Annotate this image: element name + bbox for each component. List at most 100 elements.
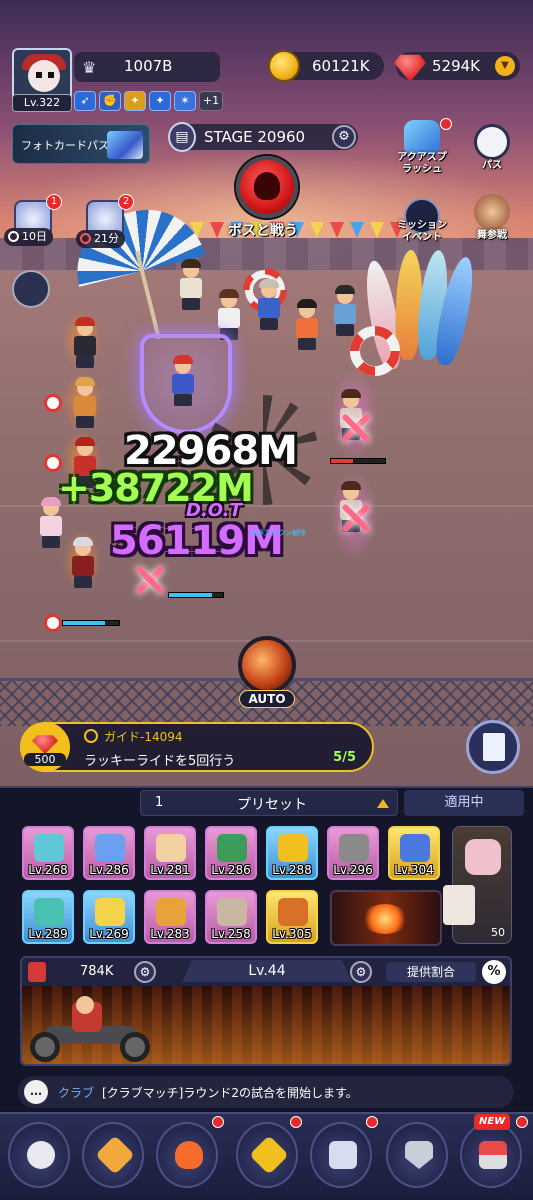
nav-upgrade[interactable] bbox=[156, 1122, 218, 1188]
equipment-slot[interactable]: Lv.289 bbox=[22, 890, 74, 944]
gold-counter[interactable]: 60121K bbox=[268, 50, 384, 82]
sword-icon bbox=[95, 1135, 135, 1175]
gem-icon bbox=[32, 735, 58, 754]
equipment-icon bbox=[278, 898, 308, 926]
gift-badge: 1 bbox=[46, 194, 62, 210]
guide-book-button[interactable] bbox=[466, 720, 520, 774]
percent-icon[interactable]: % bbox=[482, 960, 506, 984]
equipment-level: Lv.288 bbox=[272, 863, 312, 877]
notification-dot bbox=[366, 1116, 378, 1128]
new-badge: NEW bbox=[474, 1114, 511, 1130]
gear-icon[interactable]: ⚙ bbox=[134, 961, 156, 983]
fuel-can-icon bbox=[28, 962, 46, 982]
chat-bar[interactable]: … クラブ [クラブマッチ]ラウンド2の試合を開始します。 bbox=[18, 1076, 514, 1108]
gift-badge: 2 bbox=[118, 194, 134, 210]
clock-icon bbox=[8, 231, 19, 242]
auto-skill-button[interactable] bbox=[238, 636, 296, 694]
skill-ready-icon bbox=[44, 614, 62, 632]
hit-x-mark bbox=[338, 500, 374, 536]
buff-icon: ✊ bbox=[99, 91, 121, 111]
equipment-slot[interactable]: Lv.288 bbox=[266, 826, 318, 880]
preset-selector[interactable]: 1 プリセット bbox=[140, 790, 398, 816]
vehicle-level: Lv.44 bbox=[182, 960, 352, 982]
equipment-icon bbox=[400, 834, 430, 862]
equipment-slot[interactable]: Lv.286 bbox=[83, 826, 135, 880]
building-icon bbox=[329, 1141, 357, 1169]
quest-description: ラッキーライドを5回行う bbox=[84, 754, 236, 769]
star-badge-button[interactable] bbox=[12, 270, 50, 308]
ally-character bbox=[70, 317, 100, 368]
gem-counter[interactable]: 5294K ▼ bbox=[394, 52, 520, 82]
nav-skills[interactable] bbox=[82, 1122, 144, 1188]
chat-message: [クラブマッチ]ラウンド2の試合を開始します。 bbox=[102, 1086, 358, 1100]
nav-ranking[interactable] bbox=[386, 1122, 448, 1188]
nav-guild[interactable] bbox=[310, 1122, 372, 1188]
quest-reward: 500 bbox=[20, 722, 70, 772]
equipment-icon bbox=[156, 898, 186, 926]
map-icon[interactable]: ▤ bbox=[168, 122, 196, 152]
costume-slot[interactable]: 50 bbox=[443, 826, 512, 944]
vehicle-panel[interactable]: 784K ⚙ Lv.44 ⚙ 提供割合 % bbox=[20, 956, 512, 1066]
debuff-text: 攻撃力ダウン解除 bbox=[250, 529, 306, 537]
fireball-icon bbox=[362, 904, 408, 934]
buff-icon: ✦ bbox=[149, 91, 171, 111]
equipment-icon bbox=[217, 834, 247, 862]
special-skill-slot[interactable] bbox=[330, 890, 442, 946]
equipment-slot[interactable]: Lv.269 bbox=[83, 890, 135, 944]
equipment-icon bbox=[95, 898, 125, 926]
ally-hp-bar bbox=[62, 620, 120, 626]
stage-bar[interactable]: ▤ STAGE 20960 ⚙ bbox=[168, 122, 358, 152]
auto-label[interactable]: AUTO bbox=[239, 690, 295, 708]
player-level: Lv.322 bbox=[12, 94, 72, 112]
document-icon bbox=[483, 733, 505, 761]
applied-status-button[interactable]: 適用中 bbox=[404, 790, 524, 816]
chat-channel: クラブ bbox=[58, 1086, 95, 1100]
ally-character bbox=[68, 537, 98, 588]
equipment-slot[interactable]: Lv.268 bbox=[22, 826, 74, 880]
drop-rate-button[interactable]: 提供割合 bbox=[386, 962, 476, 982]
equipment-slot[interactable]: Lv.283 bbox=[144, 890, 196, 944]
combat-power-value: 1007B bbox=[124, 57, 173, 75]
shield-star-icon bbox=[405, 1141, 433, 1169]
nav-shop[interactable] bbox=[460, 1122, 522, 1188]
mission-event-button[interactable]: ミッション イベント bbox=[397, 196, 447, 244]
photocard-pass-banner[interactable]: フォトカードパス bbox=[12, 124, 150, 164]
buff-list[interactable]: ➶ ✊ ✦ ✦ ✶ +1 bbox=[74, 91, 223, 111]
gear-icon[interactable]: ⚙ bbox=[332, 125, 356, 149]
join-battle-button[interactable]: 舞参戦 bbox=[468, 192, 516, 241]
chevron-down-icon[interactable]: ▼ bbox=[495, 56, 515, 76]
guide-quest-bar[interactable]: 500 ガイド-14094 ラッキーライドを5回行う 5/5 bbox=[20, 722, 374, 772]
equipment-icon bbox=[34, 834, 64, 862]
equipment-level: Lv.304 bbox=[394, 863, 434, 877]
equipment-level: Lv.281 bbox=[150, 863, 190, 877]
acquire-rush-button[interactable]: アクアスプ ラッシュ bbox=[397, 118, 452, 175]
equipment-icon bbox=[217, 898, 247, 926]
quest-progress: 5/5 bbox=[333, 750, 356, 765]
equipment-level: Lv.269 bbox=[89, 927, 129, 941]
acquire-rush-label: アクアスプ ラッシュ bbox=[397, 152, 447, 175]
gift-timer: 21分 bbox=[76, 230, 125, 248]
combat-power[interactable]: ♛ 1007B bbox=[74, 52, 220, 82]
equipment-level: Lv.268 bbox=[28, 863, 68, 877]
vehicle-header: 784K ⚙ Lv.44 ⚙ 提供割合 % bbox=[22, 958, 510, 986]
equipment-slot[interactable]: Lv.304 bbox=[388, 826, 440, 880]
buff-icon: ➶ bbox=[74, 91, 96, 111]
equipment-slot[interactable]: Lv.281 bbox=[144, 826, 196, 880]
pass-button[interactable]: パス bbox=[468, 122, 516, 171]
costume-count: 50 bbox=[491, 926, 505, 939]
nav-equipment[interactable] bbox=[236, 1122, 298, 1188]
dot-damage-number: 56119M bbox=[110, 518, 284, 564]
equipment-slot[interactable]: Lv.305 bbox=[266, 890, 318, 944]
gear-icon[interactable]: ⚙ bbox=[350, 961, 372, 983]
buff-more: +1 bbox=[199, 91, 223, 111]
buff-icon: ✶ bbox=[174, 91, 196, 111]
chevron-up-icon bbox=[377, 799, 389, 808]
shoes-icon bbox=[465, 839, 501, 875]
equipment-slot[interactable]: Lv.296 bbox=[327, 826, 379, 880]
fight-boss-button[interactable] bbox=[236, 156, 298, 218]
equipment-level: Lv.289 bbox=[28, 927, 68, 941]
equipment-slot[interactable]: Lv.286 bbox=[205, 826, 257, 880]
enemy-character bbox=[330, 285, 360, 336]
equipment-slot[interactable]: Lv.258 bbox=[205, 890, 257, 944]
nav-character[interactable] bbox=[8, 1122, 70, 1188]
